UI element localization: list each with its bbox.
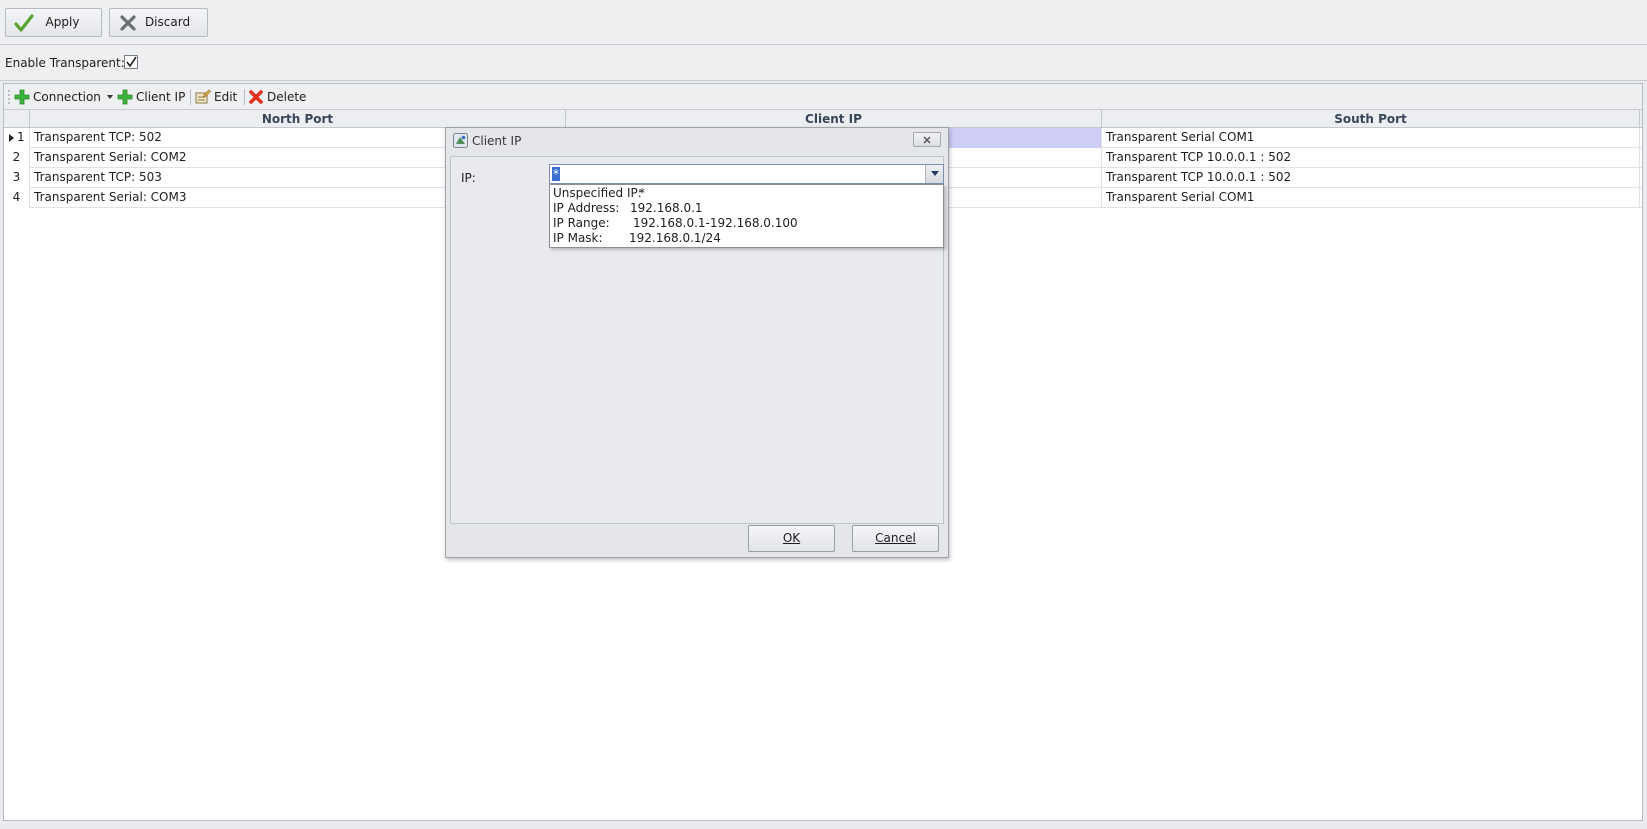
column-header-north-port[interactable]: North Port: [30, 110, 566, 128]
row-number: 4: [12, 190, 21, 204]
client-ip-dialog: Client IP IP: * Unspecified IP: * IP Add…: [445, 127, 949, 558]
row-number-cell: 4: [4, 188, 30, 208]
dialog-title: Client IP: [472, 134, 522, 148]
ip-combobox[interactable]: *: [549, 164, 944, 184]
toolbar-separator: [190, 89, 191, 105]
row-number-cell: 1: [4, 128, 30, 148]
discard-button[interactable]: Discard: [109, 8, 208, 37]
delete-icon: [249, 90, 263, 104]
connection-label: Connection: [33, 90, 101, 104]
discard-label: Discard: [144, 15, 191, 29]
south-port-cell[interactable]: Transparent TCP 10.0.0.1 : 502: [1102, 168, 1640, 188]
row-number: 2: [12, 150, 21, 164]
chevron-down-icon: [930, 171, 939, 176]
row-number: 1: [17, 130, 25, 144]
ip-option-range[interactable]: IP Range: 192.168.0.1-192.168.0.100: [553, 215, 798, 231]
ip-option-value: 192.168.0.1-192.168.0.100: [633, 216, 798, 230]
ip-option-key: Unspecified IP:: [553, 186, 642, 200]
edit-icon: [195, 89, 211, 104]
ip-combobox-value: *: [552, 167, 560, 181]
delete-label: Delete: [267, 90, 307, 104]
enable-transparent-label: Enable Transparent:: [5, 56, 125, 70]
chevron-down-icon: [106, 95, 113, 99]
ip-option-mask[interactable]: IP Mask: 192.168.0.1/24: [553, 230, 721, 246]
edit-label: Edit: [214, 90, 238, 104]
column-header-south-port[interactable]: South Port: [1102, 110, 1640, 128]
cancel-button[interactable]: Cancel: [852, 525, 939, 552]
south-port-cell[interactable]: Transparent Serial COM1: [1102, 128, 1640, 148]
dialog-close-button[interactable]: [913, 132, 941, 147]
ip-label: IP:: [461, 171, 476, 185]
client-ip-button[interactable]: Client IP: [117, 88, 185, 106]
row-number-cell: 2: [4, 148, 30, 168]
enable-transparent-row: Enable Transparent:: [0, 46, 1647, 81]
app-icon: [453, 133, 468, 148]
row-indicator-header: [4, 110, 30, 128]
dialog-title-bar[interactable]: Client IP: [446, 128, 948, 154]
edit-button[interactable]: Edit: [195, 88, 237, 106]
south-port-cell[interactable]: Transparent Serial COM1: [1102, 188, 1640, 208]
ip-option-value: 192.168.0.1/24: [629, 231, 721, 245]
ip-option-value: *: [639, 186, 645, 200]
connection-dropdown-button[interactable]: Connection: [14, 88, 118, 106]
dialog-footer: OK Cancel: [450, 520, 944, 553]
grid-header-row: North Port Client IP South Port: [4, 110, 1642, 128]
add-icon: [14, 89, 30, 105]
client-ip-label: Client IP: [136, 90, 186, 104]
column-header-client-ip[interactable]: Client IP: [566, 110, 1102, 128]
current-row-arrow-icon: [9, 134, 14, 142]
toolbar-grip[interactable]: [8, 89, 10, 105]
ip-option-value: 192.168.0.1: [630, 201, 703, 215]
dialog-body: IP: * Unspecified IP: * IP Address: 192.…: [450, 156, 944, 524]
top-toolbar: Apply Discard: [0, 0, 1647, 45]
delete-button[interactable]: Delete: [248, 88, 306, 106]
ip-option-unspecified[interactable]: Unspecified IP: *: [553, 185, 645, 201]
south-port-cell[interactable]: Transparent TCP 10.0.0.1 : 502: [1102, 148, 1640, 168]
apply-button[interactable]: Apply: [5, 8, 102, 37]
row-number-cell: 3: [4, 168, 30, 188]
enable-transparent-checkbox[interactable]: [124, 55, 138, 69]
ip-option-key: IP Mask:: [553, 231, 603, 245]
ip-option-key: IP Address:: [553, 201, 620, 215]
ip-dropdown-button[interactable]: [925, 165, 943, 183]
toolbar-separator: [244, 89, 245, 105]
ip-dropdown-list: Unspecified IP: * IP Address: 192.168.0.…: [549, 184, 944, 248]
row-number: 3: [12, 170, 21, 184]
ok-button[interactable]: OK: [748, 525, 835, 552]
ip-option-key: IP Range:: [553, 216, 610, 230]
apply-label: Apply: [45, 15, 80, 29]
add-icon: [117, 89, 133, 105]
close-icon: [923, 135, 931, 144]
grid-toolbar: Connection Client IP Edit Delete: [4, 84, 1642, 110]
ip-option-address[interactable]: IP Address: 192.168.0.1: [553, 200, 703, 216]
